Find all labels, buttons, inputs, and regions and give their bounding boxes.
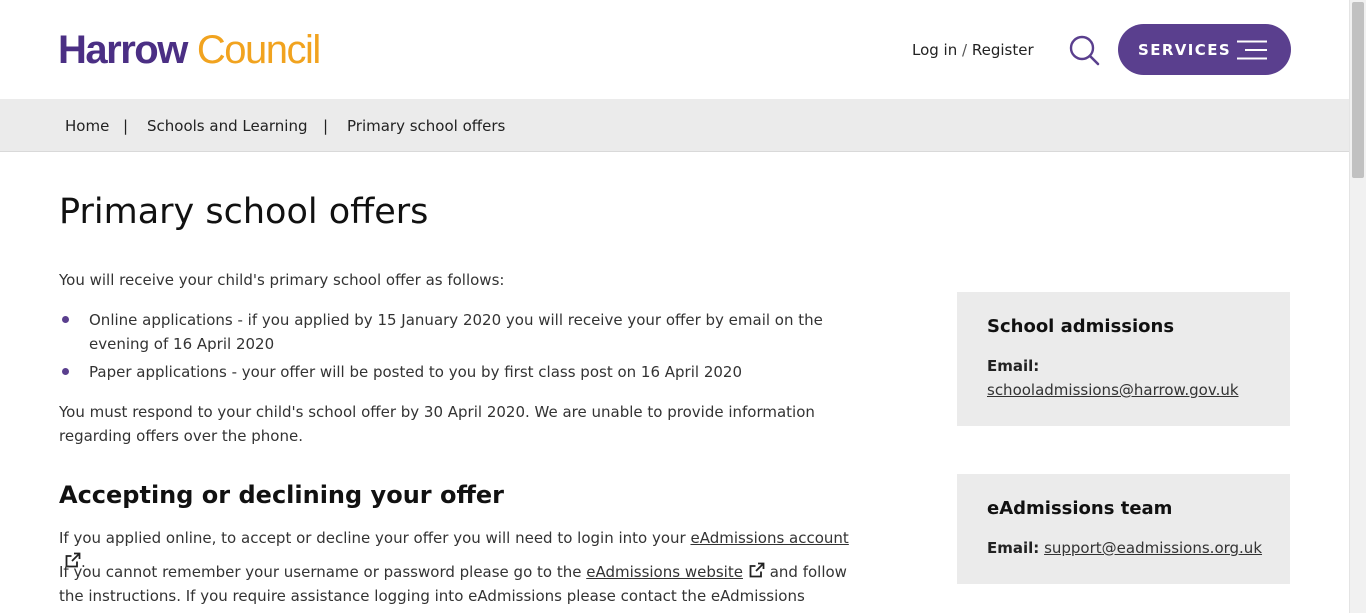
breadcrumb: Home | Schools and Learning | Primary sc… [0,99,1349,152]
card-title: School admissions [987,316,1175,337]
card-title: eAdmissions team [987,498,1173,519]
eadmissions-website-link[interactable]: eAdmissions website [586,563,743,581]
email-link[interactable]: schooladmissions@harrow.gov.uk [987,378,1239,402]
respond-deadline-text: You must respond to your child's school … [59,403,815,445]
vertical-scrollbar[interactable] [1349,0,1366,613]
school-admissions-card: School admissions Email: schooladmission… [957,292,1290,426]
breadcrumb-schools-and-learning[interactable]: Schools and Learning [147,116,308,136]
page-title: Primary school offers [59,192,429,232]
logo-secondary-text: Council [196,28,321,72]
breadcrumb-separator: | [123,117,129,135]
eadmissions-team-card: eAdmissions team Email: support@eadmissi… [957,474,1290,584]
hamburger-menu-icon [1237,40,1267,60]
login-register: Log in / Register [912,40,1034,60]
breadcrumb-separator: | [323,117,329,135]
forgot-credentials-text: If you cannot remember your username or … [59,560,849,613]
accept-text-before: If you applied online, to accept or decl… [59,529,691,547]
intro-text: You will receive your child's primary sc… [59,271,505,289]
bullet-online-applications: Online applications - if you applied by … [89,311,823,353]
services-label: SERVICES [1138,41,1232,59]
login-separator: / [962,41,968,59]
email-label: Email: [987,539,1040,557]
login-link[interactable]: Log in [912,41,957,59]
breadcrumb-home[interactable]: Home [65,116,109,136]
forgot-text-before: If you cannot remember your username or … [59,563,587,581]
external-link-icon [749,561,765,578]
harrow-council-logo[interactable]: Harrow Council [58,28,321,72]
email-row: Email: support@eadmissions.org.uk [987,536,1262,560]
register-link[interactable]: Register [972,41,1034,59]
breadcrumb-current-page: Primary school offers [347,117,506,135]
bullet-icon [62,368,69,375]
scrollbar-thumb[interactable] [1352,2,1364,178]
section-heading-accepting: Accepting or declining your offer [59,481,505,509]
logo-primary-text: Harrow [58,28,188,72]
email-link[interactable]: support@eadmissions.org.uk [1044,539,1262,557]
eadmissions-account-link[interactable]: eAdmissions account [690,529,848,547]
site-header: Harrow Council Log in / Register SERVICES [0,0,1349,99]
search-icon[interactable] [1068,34,1100,66]
page: Harrow Council Log in / Register SERVICES [0,0,1349,613]
services-menu-button[interactable]: SERVICES [1118,24,1291,75]
bullet-paper-applications: Paper applications - your offer will be … [89,363,742,381]
bullet-icon [62,316,69,323]
email-label: Email: [987,357,1040,375]
